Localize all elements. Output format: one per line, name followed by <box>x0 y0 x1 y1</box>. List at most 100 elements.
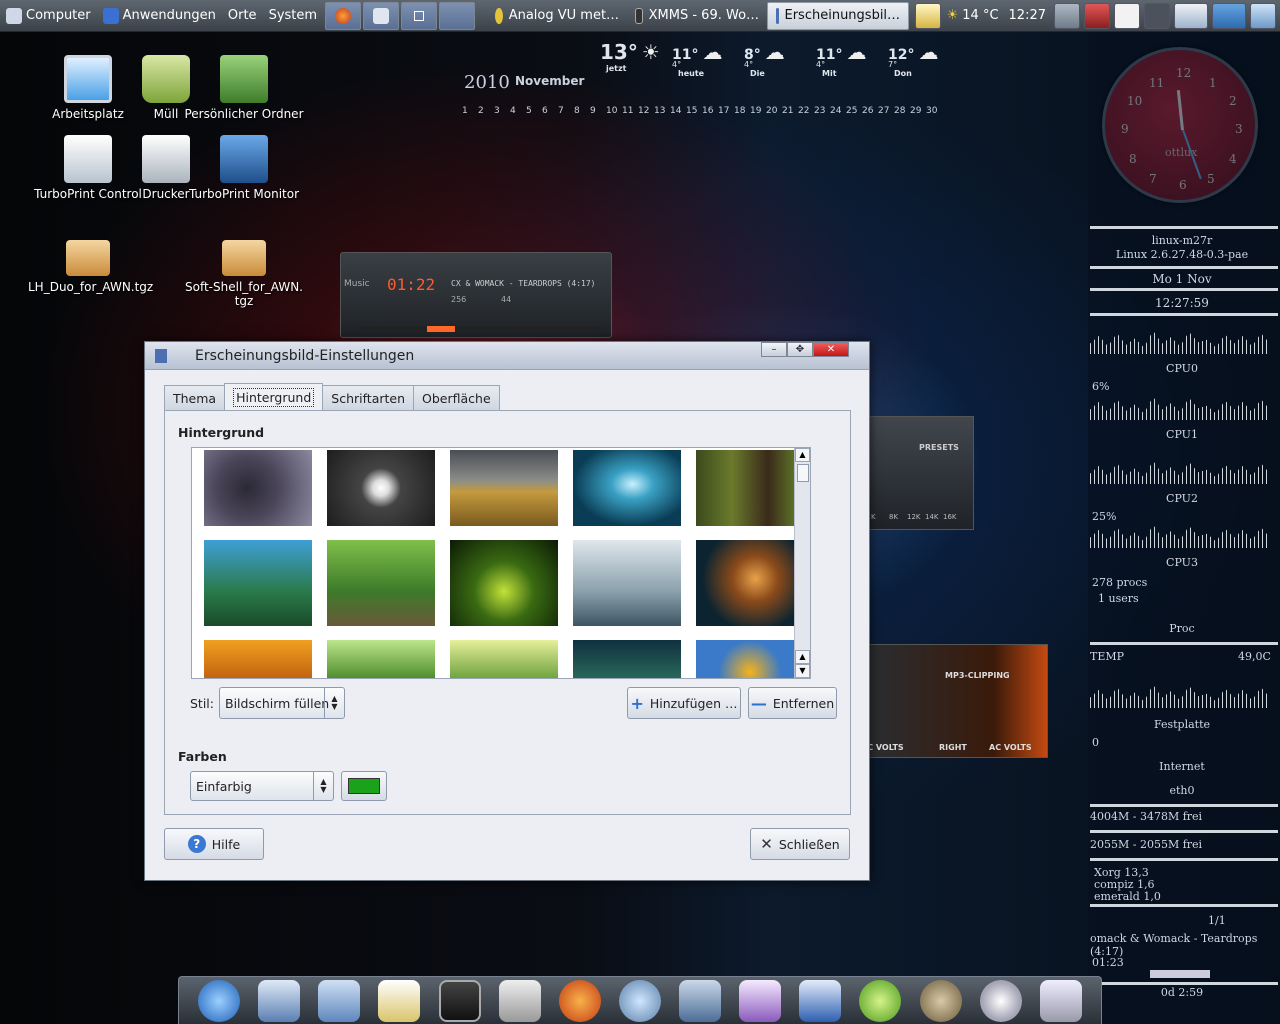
terminal-icon[interactable] <box>438 979 481 1022</box>
wallpaper-thumb[interactable] <box>573 540 681 626</box>
wallpaper-scrollbar[interactable]: ▲ ▲ ▼ <box>794 448 810 678</box>
forecast-day: 8° ☁ 4° Die <box>744 40 814 78</box>
task-appearance[interactable]: Erscheinungsbil… <box>767 1 910 30</box>
workspace-switcher-2[interactable] <box>439 1 476 30</box>
wallpaper-thumb[interactable] <box>696 540 804 626</box>
printer-icon[interactable] <box>1174 2 1208 29</box>
network-icon[interactable] <box>679 979 722 1022</box>
calendar-day: 25 <box>846 106 858 116</box>
wallpaper-thumb[interactable] <box>204 450 312 526</box>
tab-background[interactable]: Hintergrund <box>224 383 324 411</box>
weather-applet[interactable]: ☀ 14 °C <box>945 0 1001 32</box>
desktop-icon[interactable] <box>1212 2 1246 29</box>
firefox-launcher[interactable] <box>325 1 362 30</box>
kernel-version: Linux 2.6.27.48-0.3-pae <box>1115 248 1249 261</box>
writer-icon[interactable] <box>799 979 842 1022</box>
wallpaper-thumb[interactable] <box>696 450 804 526</box>
style-select[interactable]: Bildschirm füllen ▲ ▼ <box>219 687 345 719</box>
wallpaper-thumb[interactable] <box>450 640 558 678</box>
network-icon[interactable] <box>1084 2 1110 29</box>
wallpaper-thumb[interactable] <box>573 450 681 526</box>
mail-icon[interactable] <box>318 979 361 1022</box>
scroll-up-arrow-bottom[interactable]: ▲ <box>795 650 810 664</box>
style-label: Stil: <box>190 696 214 711</box>
music-icon[interactable] <box>618 979 661 1022</box>
clock-applet[interactable]: 12:27 <box>1005 0 1050 32</box>
sep <box>1090 226 1278 229</box>
disc-icon[interactable] <box>979 979 1022 1022</box>
wallpaper-thumb[interactable] <box>327 450 435 526</box>
filemanager-launcher[interactable] <box>363 1 400 30</box>
close-button[interactable]: ✕ Schließen <box>750 828 850 860</box>
tab-interface[interactable]: Oberfläche <box>413 385 500 411</box>
globe-icon[interactable] <box>198 979 241 1022</box>
computer-menu[interactable]: Computer <box>0 0 97 32</box>
remove-button[interactable]: — Entfernen <box>748 687 837 719</box>
wallpaper-thumb[interactable] <box>450 450 558 526</box>
player-seekbar[interactable] <box>361 326 601 332</box>
wallpaper-thumb[interactable] <box>204 540 312 626</box>
desktop-icon-soft-shell[interactable]: Soft-Shell_for_AWN. tgz <box>184 240 304 308</box>
desktop-icon-home[interactable]: Persönlicher Ordner <box>184 55 304 121</box>
cpu1-graph <box>1090 396 1270 420</box>
dialog-titlebar[interactable]: Erscheinungsbild-Einstellungen – ✥ ✕ <box>145 342 869 370</box>
minimize-button[interactable]: – <box>761 342 787 357</box>
media-controls[interactable] <box>1150 970 1210 978</box>
color-picker-button[interactable] <box>341 771 387 801</box>
scroll-down-arrow[interactable]: ▼ <box>795 664 810 678</box>
vu-meter-widget[interactable]: MP3-CLIPPING AC VOLTS RIGHT AC VOLTS <box>861 644 1048 758</box>
maximize-button[interactable]: ✥ <box>787 342 813 357</box>
cpu0-graph <box>1090 330 1270 354</box>
calculator-icon[interactable] <box>498 979 541 1022</box>
wallpaper-thumb[interactable] <box>327 540 435 626</box>
wallpaper-grid[interactable]: ▲ ▲ ▼ <box>191 447 811 679</box>
sep <box>1090 288 1278 291</box>
tab-theme[interactable]: Thema <box>164 385 226 411</box>
trash-icon[interactable] <box>1039 979 1082 1022</box>
wallpaper-thumb[interactable] <box>204 640 312 678</box>
home-icon[interactable] <box>258 979 301 1022</box>
volume-icon[interactable] <box>1144 2 1170 29</box>
close-window-button[interactable]: ✕ <box>813 342 849 357</box>
task-analog-vu[interactable]: Analog VU met… <box>487 2 627 30</box>
firefox-icon[interactable] <box>558 979 601 1022</box>
color-mode-select[interactable]: Einfarbig ▲ ▼ <box>190 771 334 801</box>
add-button[interactable]: + Hinzufügen … <box>627 687 741 719</box>
forecast-label: heute <box>678 69 705 78</box>
scroll-up-arrow[interactable]: ▲ <box>795 448 810 462</box>
workspace-switcher-1[interactable] <box>401 1 438 30</box>
applications-menu[interactable]: Anwendungen <box>97 0 222 32</box>
tab-fonts[interactable]: Schriftarten <box>322 385 415 411</box>
calendar-day: 6 <box>542 106 548 116</box>
eq-presets[interactable]: PRESETS <box>919 443 959 452</box>
wallpaper-thumb[interactable] <box>573 640 681 678</box>
calendar-day: 18 <box>734 106 746 116</box>
frog-icon[interactable] <box>859 979 902 1022</box>
desktop-icon-lh-duo[interactable]: LH_Duo_for_AWN.tgz <box>28 240 153 294</box>
screenshot-icon[interactable] <box>1054 2 1080 29</box>
calendar-day: 3 <box>494 106 500 116</box>
system-menu[interactable]: System <box>263 0 323 32</box>
help-button[interactable]: ? Hilfe <box>164 828 264 860</box>
usb-icon[interactable] <box>1114 2 1140 29</box>
calendar-year: 2010 <box>464 72 510 93</box>
presentation-icon[interactable] <box>739 979 782 1022</box>
wallpaper-thumb[interactable] <box>696 640 804 678</box>
scroll-thumb[interactable] <box>797 464 809 482</box>
wallpaper-thumb[interactable] <box>327 640 435 678</box>
places-menu[interactable]: Orte <box>222 0 263 32</box>
printer-icon <box>142 135 190 183</box>
mail-icon[interactable] <box>1250 2 1276 29</box>
task-xmms[interactable]: XMMS - 69. Wo… <box>627 2 767 30</box>
text-editor-icon[interactable] <box>378 979 421 1022</box>
player-bitrate: 256 <box>451 295 467 304</box>
temp-label: TEMP <box>1090 650 1125 663</box>
desktop-icon-turboprint-monitor[interactable]: TurboPrint Monitor <box>184 135 304 201</box>
wallpaper-thumb[interactable] <box>450 540 558 626</box>
gnome-foot-icon <box>102 7 119 24</box>
gimp-icon[interactable] <box>919 979 962 1022</box>
notes-icon[interactable] <box>914 2 941 29</box>
equalizer-widget[interactable]: PRESETS K 8K 12K 14K 16K <box>868 416 974 530</box>
player-seek-handle[interactable] <box>427 326 455 332</box>
audio-player-widget[interactable]: Music 01:22 CX & WOMACK - TEARDROPS (4:1… <box>340 252 612 338</box>
